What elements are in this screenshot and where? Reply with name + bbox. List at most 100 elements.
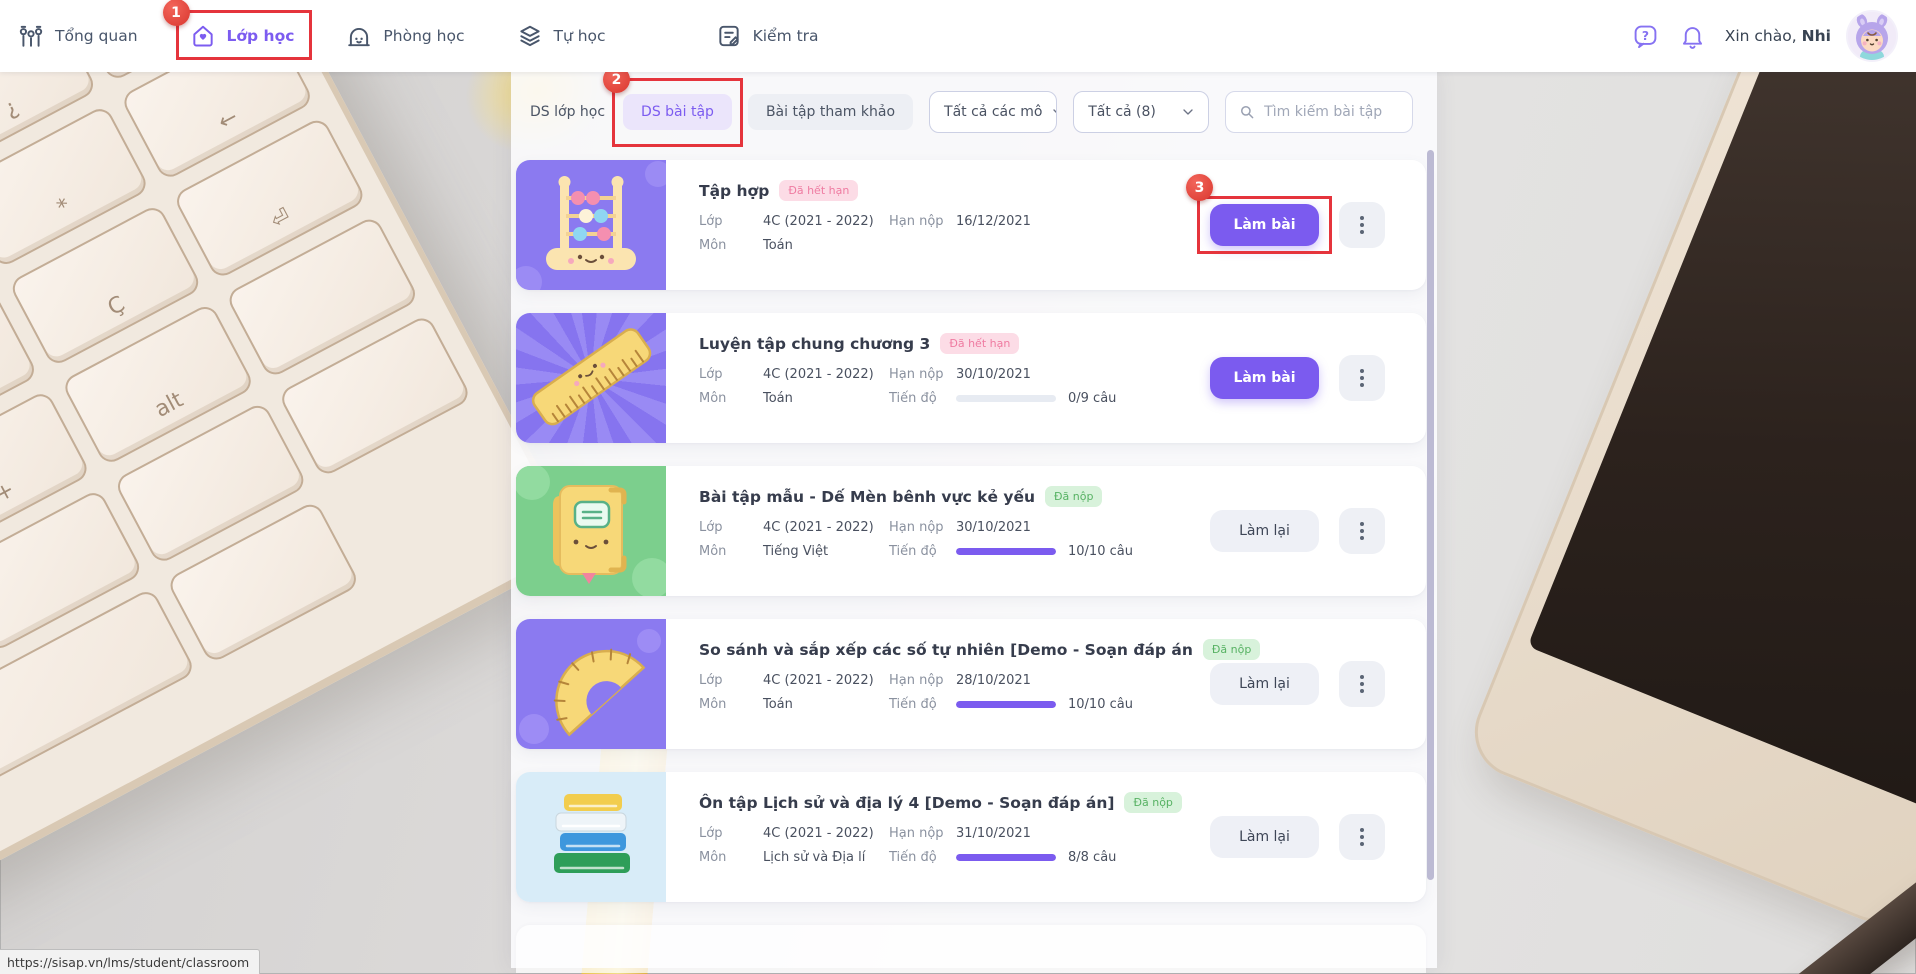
progress-bar-fill xyxy=(956,701,1056,708)
more-options-button[interactable] xyxy=(1339,202,1385,248)
progress-count: 10/10 câu xyxy=(1068,544,1133,559)
nav-item-label: Phòng học xyxy=(383,27,465,45)
class-label: Lớp xyxy=(699,826,723,841)
progress-label: Tiến độ xyxy=(889,391,937,406)
progress-bar-fill xyxy=(956,854,1056,861)
tab-assignment-list-label: DS bài tập xyxy=(641,104,714,120)
nav-item-self-study[interactable]: Tự học xyxy=(491,0,632,72)
progress-bar xyxy=(956,854,1056,861)
kebab-icon xyxy=(1360,522,1364,540)
more-options-button[interactable] xyxy=(1339,661,1385,707)
action-button[interactable]: Làm bài xyxy=(1210,204,1319,246)
step-badge-1: 1 xyxy=(162,0,190,26)
class-label: Lớp xyxy=(699,520,723,535)
greeting-text: Xin chào, xyxy=(1724,27,1797,45)
deadline-label: Hạn nộp xyxy=(889,214,944,229)
subject-filter-select[interactable]: Tất cả các mô xyxy=(929,91,1058,133)
help-icon: ? xyxy=(1634,25,1657,48)
assignment-card[interactable]: Bài tập mẫu - Dế Mèn bênh vực kẻ yếu Đã … xyxy=(516,466,1426,596)
user-name: Nhi xyxy=(1801,27,1831,45)
nav-menu: Tổng quan Lớp học 1 Phòng học Tự học Kiể… xyxy=(18,0,845,72)
class-value: 4C (2021 - 2022) xyxy=(763,520,874,535)
notifications-button[interactable] xyxy=(1678,21,1708,51)
class-label: Lớp xyxy=(699,214,723,229)
assignment-card[interactable]: Tập hợp Đã hết hạn Lớp 4C (2021 - 2022) … xyxy=(516,160,1426,290)
deadline-value: 30/10/2021 xyxy=(956,367,1031,382)
assignment-title: So sánh và sắp xếp các số tự nhiên [Demo… xyxy=(699,640,1193,659)
nav-item-tests[interactable]: Kiểm tra xyxy=(690,0,845,72)
class-value: 4C (2021 - 2022) xyxy=(763,826,874,841)
assignment-info: Ôn tập Lịch sử và địa lý 4 [Demo - Soạn … xyxy=(666,772,1210,902)
subject-value: Lịch sử và Địa lí xyxy=(763,850,866,865)
action-button[interactable]: Làm lại xyxy=(1210,663,1319,705)
protractor-illustration xyxy=(516,619,666,749)
deadline-label: Hạn nộp xyxy=(889,673,944,688)
more-options-button[interactable] xyxy=(1339,814,1385,860)
subject-label: Môn xyxy=(699,238,727,253)
progress-label: Tiến độ xyxy=(889,697,937,712)
status-filter-select[interactable]: Tất cả (8) xyxy=(1073,91,1210,133)
class-label: Lớp xyxy=(699,367,723,382)
nav-item-classes[interactable]: Lớp học 1 xyxy=(162,0,321,72)
assignment-actions: Làm lại 3 xyxy=(1210,772,1426,902)
action-button[interactable]: Làm bài xyxy=(1210,357,1319,399)
class-label: Lớp xyxy=(699,673,723,688)
deadline-label: Hạn nộp xyxy=(889,520,944,535)
action-button[interactable]: Làm lại xyxy=(1210,510,1319,552)
assignment-card[interactable]: Luyện tập chung chương 3 Đã hết hạn Lớp … xyxy=(516,313,1426,443)
deadline-value: 28/10/2021 xyxy=(956,673,1031,688)
progress-count: 10/10 câu xyxy=(1068,697,1133,712)
more-options-button[interactable] xyxy=(1339,355,1385,401)
svg-text:?: ? xyxy=(1642,28,1649,42)
progress-bar xyxy=(956,701,1056,708)
phone-screen xyxy=(1527,15,1916,810)
progress-label: Tiến độ xyxy=(889,850,937,865)
nav-right-section: ? Xin chào, Nhi xyxy=(1631,12,1896,60)
assignment-actions: Làm bài 3 xyxy=(1210,313,1426,443)
nav-item-label: Lớp học xyxy=(226,27,295,45)
status-badge: Đã nộp xyxy=(1124,792,1182,813)
class-value: 4C (2021 - 2022) xyxy=(763,673,874,688)
layers-icon xyxy=(519,25,540,47)
tab-class-list[interactable]: DS lớp học xyxy=(528,96,607,128)
nav-item-rooms[interactable]: Phòng học xyxy=(320,0,490,72)
search-box xyxy=(1225,91,1413,133)
kebab-icon xyxy=(1360,675,1364,693)
house-heart-icon xyxy=(192,25,213,47)
scrollbar-thumb[interactable] xyxy=(1427,150,1434,880)
subject-label: Môn xyxy=(699,850,727,865)
assignment-title: Bài tập mẫu - Dế Mèn bênh vực kẻ yếu xyxy=(699,487,1036,506)
assignment-card[interactable]: So sánh và sắp xếp các số tự nhiên [Demo… xyxy=(516,619,1426,749)
nav-item-overview[interactable]: Tổng quan xyxy=(18,0,164,72)
status-badge: Đã nộp xyxy=(1045,486,1103,507)
tab-assignment-list[interactable]: DS bài tập 2 xyxy=(603,66,743,147)
tab-reference-assignments[interactable]: Bài tập tham khảo xyxy=(747,94,914,130)
avatar[interactable] xyxy=(1848,12,1896,60)
assignment-info: Luyện tập chung chương 3 Đã hết hạn Lớp … xyxy=(666,313,1210,443)
subject-filter-value: Tất cả các mô xyxy=(944,104,1043,120)
status-url-text: https://sisap.vn/lms/student/classroom xyxy=(7,954,250,970)
ruler-illustration xyxy=(516,313,666,443)
chevron-down-icon xyxy=(1053,109,1057,113)
books-illustration xyxy=(516,772,666,902)
progress-count: 8/8 câu xyxy=(1068,850,1117,865)
search-input[interactable] xyxy=(1264,104,1402,120)
subject-value: Tiếng Việt xyxy=(763,544,829,559)
nav-item-label: Tự học xyxy=(553,27,606,45)
more-options-button[interactable] xyxy=(1339,508,1385,554)
content-panel: DS lớp học DS bài tập 2 Bài tập tham khả… xyxy=(511,66,1437,973)
avatar-illustration xyxy=(1848,12,1896,60)
top-navbar: Tổng quan Lớp học 1 Phòng học Tự học Kiể… xyxy=(0,0,1916,72)
action-button[interactable]: Làm lại xyxy=(1210,816,1319,858)
deadline-value: 30/10/2021 xyxy=(956,520,1031,535)
stats-icon xyxy=(19,25,43,47)
progress-bar xyxy=(956,395,1056,402)
tab-reference-assignments-label: Bài tập tham khảo xyxy=(765,104,896,120)
deadline-label: Hạn nộp xyxy=(889,367,944,382)
assignment-card[interactable]: Ôn tập Lịch sử và địa lý 4 [Demo - Soạn … xyxy=(516,772,1426,902)
kebab-icon xyxy=(1360,369,1364,387)
nav-item-label: Tổng quan xyxy=(55,27,138,45)
help-button[interactable]: ? xyxy=(1631,21,1661,51)
assignment-actions: Làm bài 3 xyxy=(1186,160,1426,290)
app-window: 0?¿⏏P^*←Ñ¨Ç⏎-+alt DS lớp học DS bài tập … xyxy=(0,0,1916,974)
